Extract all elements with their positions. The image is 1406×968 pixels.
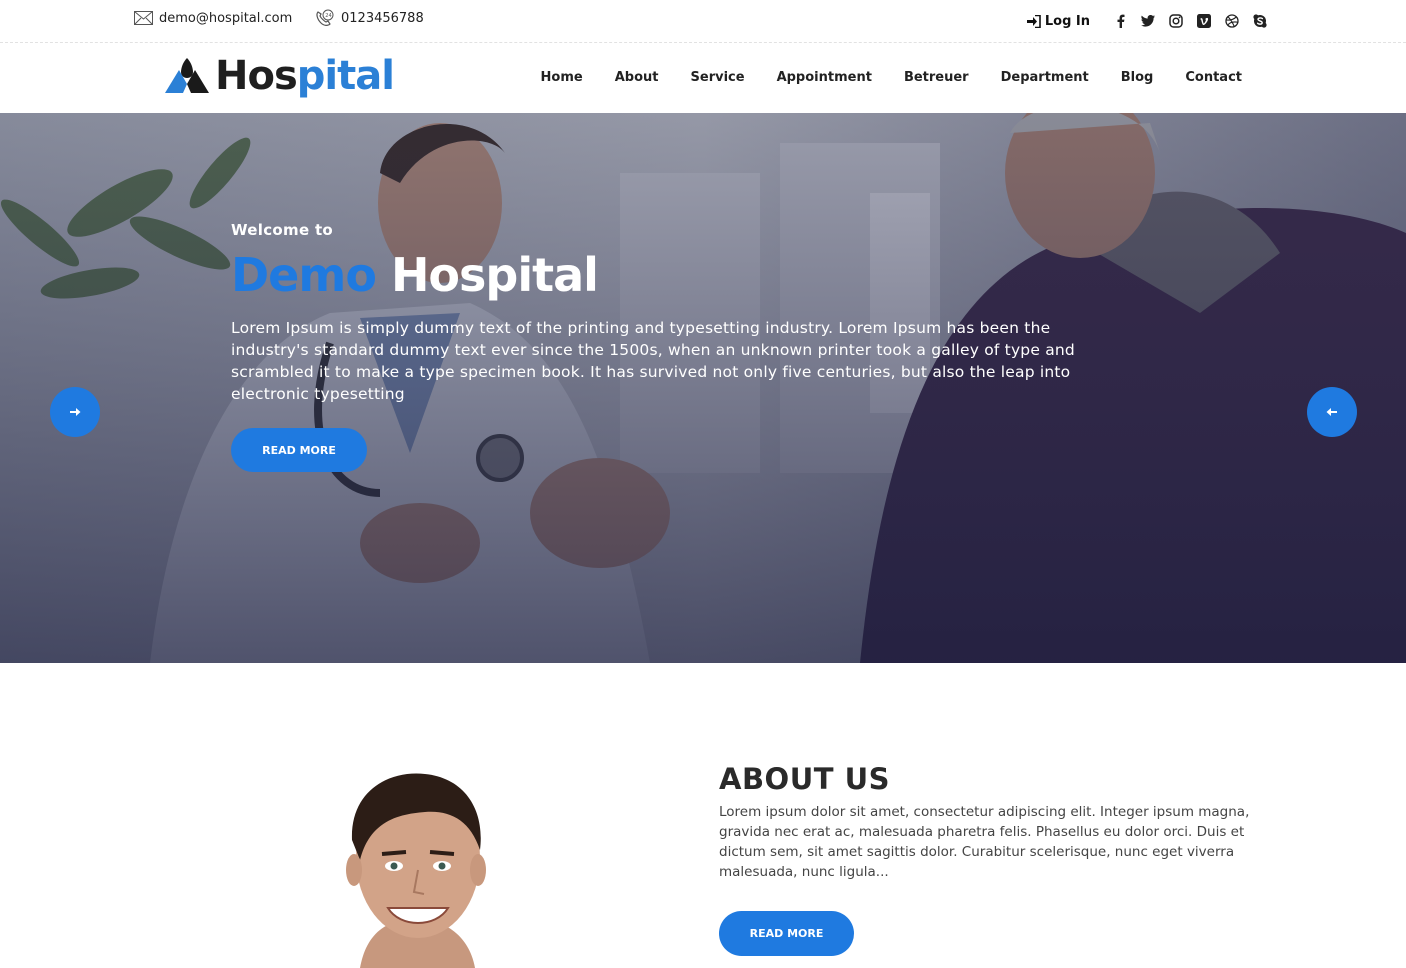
hero-read-more-button[interactable]: READ MORE — [231, 428, 367, 472]
main-navbar: Hospital Home About Service Appointment … — [0, 43, 1406, 113]
hospital-logo[interactable]: Hospital — [165, 52, 395, 100]
login-link[interactable]: Log In — [1026, 13, 1090, 29]
sign-in-icon — [1026, 14, 1041, 28]
hero-title: Demo Hospital — [231, 247, 1131, 303]
arrow-left-icon — [1326, 408, 1337, 416]
contact-phone[interactable]: 24 0123456788 — [315, 9, 424, 27]
contact-email[interactable]: demo@hospital.com — [133, 9, 292, 27]
nav-department[interactable]: Department — [1001, 70, 1089, 85]
logo-text-dark: Hos — [215, 53, 298, 99]
dribbble-icon[interactable] — [1222, 11, 1242, 31]
svg-text:24: 24 — [325, 13, 331, 19]
about-portrait-image — [346, 773, 486, 968]
nav-service[interactable]: Service — [691, 70, 745, 85]
login-label: Log In — [1044, 13, 1090, 29]
nav-menu: Home About Service Appointment Betreuer … — [509, 70, 1242, 85]
top-right-links: Log In — [1026, 11, 1270, 31]
nav-betreuer[interactable]: Betreuer — [904, 70, 969, 85]
hero-welcome: Welcome to — [231, 221, 334, 239]
phone-24-icon: 24 — [315, 9, 335, 27]
hero-description: Lorem Ipsum is simply dummy text of the … — [231, 319, 1075, 403]
about-read-more-button[interactable]: READ MORE — [719, 911, 854, 956]
hero-slider: Welcome to Demo Hospital Lorem Ipsum is … — [0, 113, 1406, 663]
about-text: Lorem ipsum dolor sit amet, consectetur … — [719, 804, 1250, 880]
facebook-icon[interactable] — [1110, 11, 1130, 31]
arrow-right-icon — [70, 408, 81, 416]
phone-text: 0123456788 — [341, 10, 424, 26]
top-bar: demo@hospital.com 24 0123456788 Log In — [0, 0, 1406, 43]
hero-content: Welcome to Demo Hospital Lorem Ipsum is … — [231, 221, 1131, 405]
nav-home[interactable]: Home — [541, 70, 583, 85]
slider-next-button[interactable] — [50, 387, 100, 437]
twitter-icon[interactable] — [1138, 11, 1158, 31]
hero-title-accent: Demo — [231, 248, 377, 302]
about-title: ABOUT US — [719, 762, 891, 796]
slider-prev-button[interactable] — [1307, 387, 1357, 437]
vimeo-icon[interactable] — [1194, 11, 1214, 31]
logo-mark-icon — [165, 58, 209, 93]
nav-contact[interactable]: Contact — [1185, 70, 1242, 85]
logo-text-blue: pital — [296, 53, 395, 99]
nav-appointment[interactable]: Appointment — [777, 70, 872, 85]
instagram-icon[interactable] — [1166, 11, 1186, 31]
skype-icon[interactable] — [1250, 11, 1270, 31]
nav-blog[interactable]: Blog — [1121, 70, 1154, 85]
email-text: demo@hospital.com — [159, 10, 293, 26]
logo-text: Hospital — [215, 52, 395, 100]
hero-title-rest: Hospital — [390, 248, 599, 302]
envelope-icon — [133, 9, 153, 27]
nav-about[interactable]: About — [615, 70, 659, 85]
